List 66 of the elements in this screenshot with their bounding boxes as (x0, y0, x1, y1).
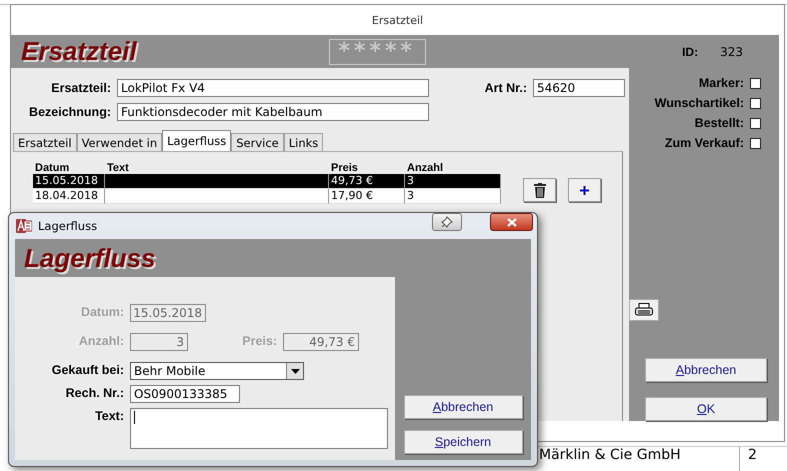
tab[interactable]: Service (231, 133, 284, 151)
printer-icon (635, 303, 653, 317)
form-title: Ersatzteil (21, 36, 137, 67)
text-cursor (134, 411, 135, 424)
table-cell[interactable]: 3 (405, 174, 501, 189)
checkbox-label: Marker: (698, 76, 744, 90)
field-label: Text: (94, 408, 125, 424)
id-label: ID: (682, 44, 698, 58)
table-cell[interactable]: 3 (405, 189, 501, 204)
cancel-button[interactable]: Abbrechen (404, 395, 522, 419)
add-button[interactable] (568, 178, 601, 202)
table-cell[interactable]: 15.05.2018 (33, 174, 105, 189)
field-label: Datum: (80, 304, 125, 320)
checkbox-label: Zum Verkauf: (664, 136, 744, 150)
tab[interactable]: Lagerfluss (162, 130, 232, 151)
close-icon (506, 218, 516, 226)
table-cell[interactable]: 18.04.2018 (33, 189, 105, 204)
field-label: Art Nr.: (484, 81, 528, 95)
field-value: Behr Mobile (134, 364, 206, 378)
save-button[interactable]: Speichern (404, 430, 522, 454)
app-icon (16, 218, 32, 234)
dialog-title: Lagerfluss (38, 219, 98, 233)
table-cell[interactable] (105, 174, 329, 189)
form-title: Lagerfluss (24, 242, 156, 274)
close-button[interactable] (490, 213, 533, 231)
field-label: Ersatzteil: (50, 81, 112, 95)
id-value: 323 (720, 44, 743, 58)
pin-icon (441, 216, 453, 228)
tab[interactable]: Verwendet in (76, 133, 162, 151)
text-field[interactable]: Funktionsdecoder mit Kabelbaum (117, 103, 429, 121)
rating-field: ***** (328, 38, 426, 64)
field-label: Gekauft bei: (50, 362, 125, 378)
tab[interactable]: Ersatzteil (13, 133, 77, 151)
table-cell[interactable]: 49,73 € (329, 174, 405, 189)
print-button[interactable] (629, 299, 659, 321)
text-field[interactable]: 54620 (533, 79, 625, 97)
cancel-button[interactable]: Abbrechen (645, 358, 767, 382)
field-label: Bezeichnung: (28, 105, 112, 119)
column-header: Text (106, 162, 130, 174)
field-label: Preis: (241, 333, 278, 349)
checkbox-label: Bestellt: (694, 116, 744, 130)
trash-icon (534, 182, 546, 198)
pin-button[interactable] (432, 213, 462, 231)
table-cell[interactable]: 17,90 € (329, 189, 405, 204)
table-cell[interactable] (105, 189, 329, 204)
table-cell-text: Märklin & Cie GmbH (538, 447, 682, 465)
delete-button[interactable] (523, 178, 556, 202)
text-field[interactable]: LokPilot Fx V4 (117, 79, 429, 97)
text-area[interactable] (130, 408, 388, 449)
dropdown-field[interactable]: Behr Mobile (130, 362, 304, 380)
ok-button[interactable]: OK (645, 397, 767, 421)
checkbox[interactable] (750, 78, 761, 88)
column-header: Anzahl (406, 162, 444, 174)
checkbox[interactable] (750, 118, 761, 128)
window-title: Ersatzteil (372, 14, 424, 26)
checkbox-label: Wunschartikel: (654, 96, 744, 110)
field-label: Anzahl: (78, 333, 125, 349)
checkbox[interactable] (750, 138, 761, 148)
column-header: Datum (34, 162, 70, 174)
field-label: Rech. Nr.: (64, 385, 125, 401)
table-cell: 2 (739, 447, 757, 471)
text-field[interactable]: OS0900133385 (130, 385, 240, 403)
tab[interactable]: Links (284, 133, 324, 151)
checkbox[interactable] (750, 98, 761, 108)
plus-icon (580, 186, 589, 194)
column-header: Preis (330, 162, 359, 174)
